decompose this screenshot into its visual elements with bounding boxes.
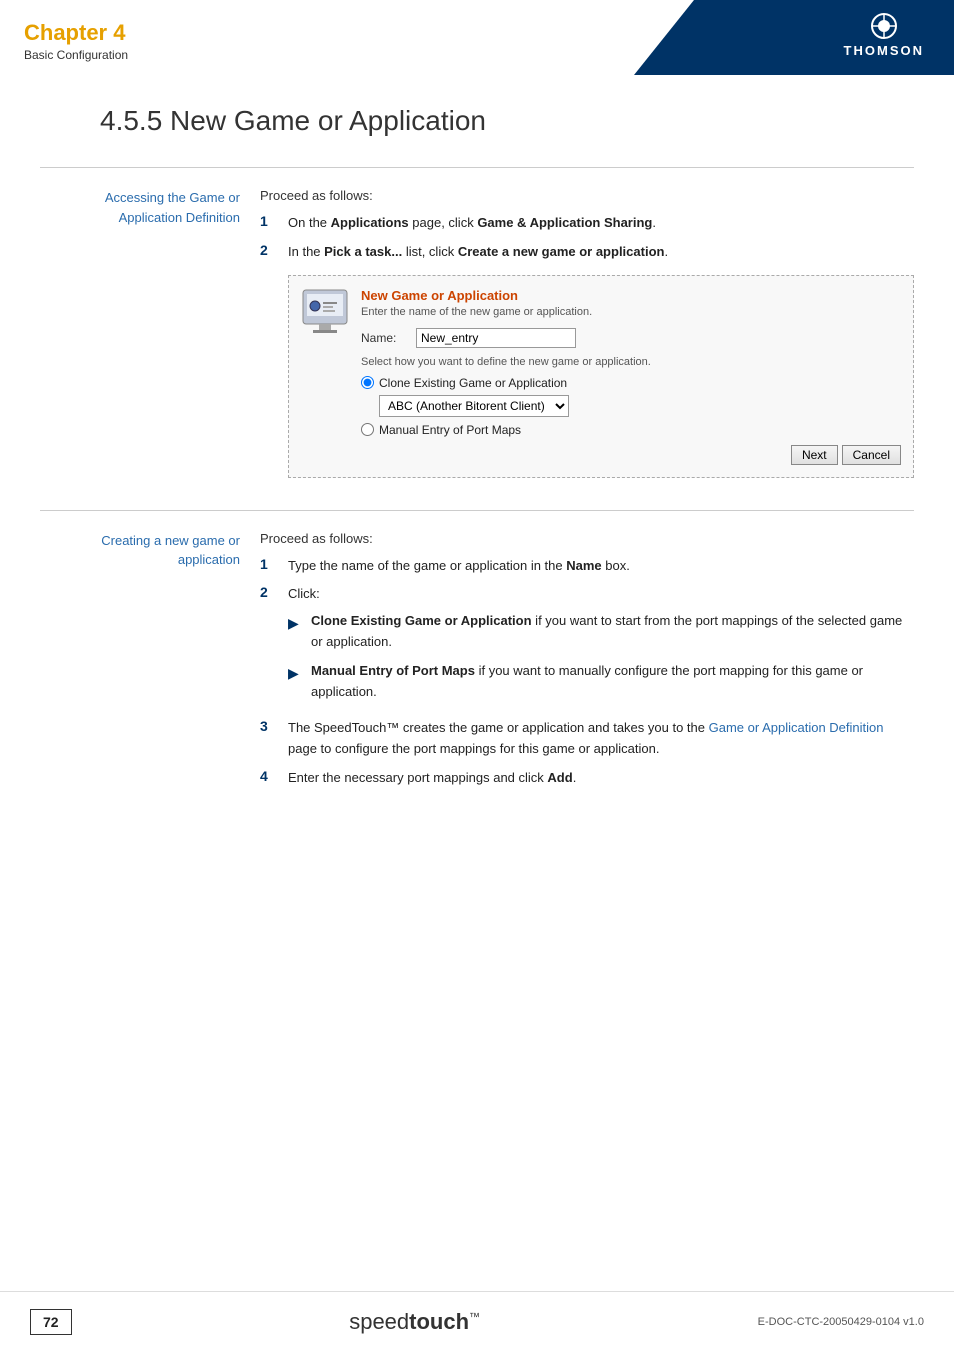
chapter-title: Chapter 4	[24, 20, 128, 46]
section-accessing-content: Proceed as follows: 1 On the Application…	[260, 188, 914, 490]
name-input[interactable]	[416, 328, 576, 348]
radio-manual[interactable]	[361, 423, 374, 436]
thomson-logo-icon	[868, 12, 900, 40]
sub-bullet-1-text: Clone Existing Game or Application if yo…	[311, 611, 914, 653]
radio-manual-row: Manual Entry of Port Maps	[361, 423, 901, 437]
step-1-1: 1 On the Applications page, click Game &…	[260, 213, 914, 234]
form-screenshot: New Game or Application Enter the name o…	[288, 275, 914, 478]
section-accessing-label: Accessing the Game or Application Defini…	[40, 188, 260, 490]
proceed-text-2: Proceed as follows:	[260, 531, 914, 546]
logo-speed-text: speed	[349, 1309, 409, 1334]
thomson-logo: THOMSON	[844, 12, 924, 58]
step-text-2-3: The SpeedTouch™ creates the game or appl…	[288, 718, 914, 760]
step-num-2-3: 3	[260, 718, 280, 734]
radio-clone-label: Clone Existing Game or Application	[379, 376, 567, 390]
step-num-1-1: 1	[260, 213, 280, 229]
step-2-4: 4 Enter the necessary port mappings and …	[260, 768, 914, 789]
steps-list-1: 1 On the Applications page, click Game &…	[260, 213, 914, 263]
name-label: Name:	[361, 331, 416, 345]
chapter-num: 4	[107, 20, 125, 45]
chapter-word: Chapter	[24, 20, 107, 45]
step-text-1-2: In the Pick a task... list, click Create…	[288, 242, 914, 263]
game-def-link[interactable]: Game or Application Definition	[709, 720, 884, 735]
page-title: 4.5.5 New Game or Application	[40, 105, 914, 137]
radio-manual-label: Manual Entry of Port Maps	[379, 423, 521, 437]
screenshot-network-icon	[301, 288, 349, 336]
step-2-3: 3 The SpeedTouch™ creates the game or ap…	[260, 718, 914, 760]
section-label-line2: Application Definition	[119, 210, 240, 225]
page-header: THOMSON Chapter 4 Basic Configuration	[0, 0, 954, 75]
speedtouch-logo: speedtouch™	[349, 1309, 480, 1335]
thomson-text: THOMSON	[844, 43, 924, 58]
step-num-2-4: 4	[260, 768, 280, 784]
form-subtitle: Enter the name of the new game or applic…	[361, 306, 901, 318]
form-select-desc: Select how you want to define the new ga…	[361, 356, 901, 368]
step-num-2-1: 1	[260, 556, 280, 572]
step-text-2-4: Enter the necessary port mappings and cl…	[288, 768, 914, 789]
clone-select[interactable]: ABC (Another Bitorent Client)	[379, 395, 569, 417]
section-creating-line1: Creating a new game or	[101, 533, 240, 548]
page-footer: 72 speedtouch™ E-DOC-CTC-20050429-0104 v…	[0, 1291, 954, 1351]
main-content: 4.5.5 New Game or Application Accessing …	[0, 75, 954, 857]
sub-bullets: ▶ Clone Existing Game or Application if …	[288, 611, 914, 702]
chapter-label: Chapter 4 Basic Configuration	[24, 20, 128, 62]
form-name-row: Name:	[361, 328, 901, 348]
step-num-1-2: 2	[260, 242, 280, 258]
form-buttons: Next Cancel	[361, 445, 901, 465]
section-creating-label: Creating a new game or application	[40, 531, 260, 797]
new-game-form: New Game or Application Enter the name o…	[361, 288, 901, 465]
section-creating-line2: application	[178, 552, 240, 567]
sub-bullet-1: ▶ Clone Existing Game or Application if …	[288, 611, 914, 653]
section-creating: Creating a new game or application Proce…	[40, 510, 914, 797]
clone-dropdown-row: ABC (Another Bitorent Client)	[379, 395, 901, 417]
steps-list-2: 1 Type the name of the game or applicati…	[260, 556, 914, 789]
cancel-button[interactable]: Cancel	[842, 445, 901, 465]
step-num-2-2: 2	[260, 584, 280, 600]
arrow-icon-1: ▶	[288, 612, 306, 634]
step-text-2-1: Type the name of the game or application…	[288, 556, 914, 577]
section-label-line1: Accessing the Game or	[105, 190, 240, 205]
section-accessing: Accessing the Game or Application Defini…	[40, 167, 914, 490]
radio-clone[interactable]	[361, 376, 374, 389]
next-button[interactable]: Next	[791, 445, 838, 465]
step-2-1: 1 Type the name of the game or applicati…	[260, 556, 914, 577]
step-text-1-1: On the Applications page, click Game & A…	[288, 213, 914, 234]
logo-touch-text: touch	[409, 1309, 469, 1334]
sub-bullet-2-text: Manual Entry of Port Maps if you want to…	[311, 661, 914, 703]
section-creating-content: Proceed as follows: 1 Type the name of t…	[260, 531, 914, 797]
arrow-icon-2: ▶	[288, 662, 306, 684]
radio-clone-row: Clone Existing Game or Application	[361, 376, 901, 390]
form-title: New Game or Application	[361, 288, 901, 303]
sub-bullet-2: ▶ Manual Entry of Port Maps if you want …	[288, 661, 914, 703]
step-2-2: 2 Click: ▶ Clone Existing Game or Applic…	[260, 584, 914, 710]
chapter-subtitle: Basic Configuration	[24, 48, 128, 62]
step-text-2-2: Click: ▶ Clone Existing Game or Applicat…	[288, 584, 914, 710]
page-number: 72	[30, 1309, 72, 1335]
doc-reference: E-DOC-CTC-20050429-0104 v1.0	[758, 1316, 924, 1328]
proceed-text-1: Proceed as follows:	[260, 188, 914, 203]
step-1-2: 2 In the Pick a task... list, click Crea…	[260, 242, 914, 263]
logo-tm-text: ™	[469, 1311, 480, 1323]
